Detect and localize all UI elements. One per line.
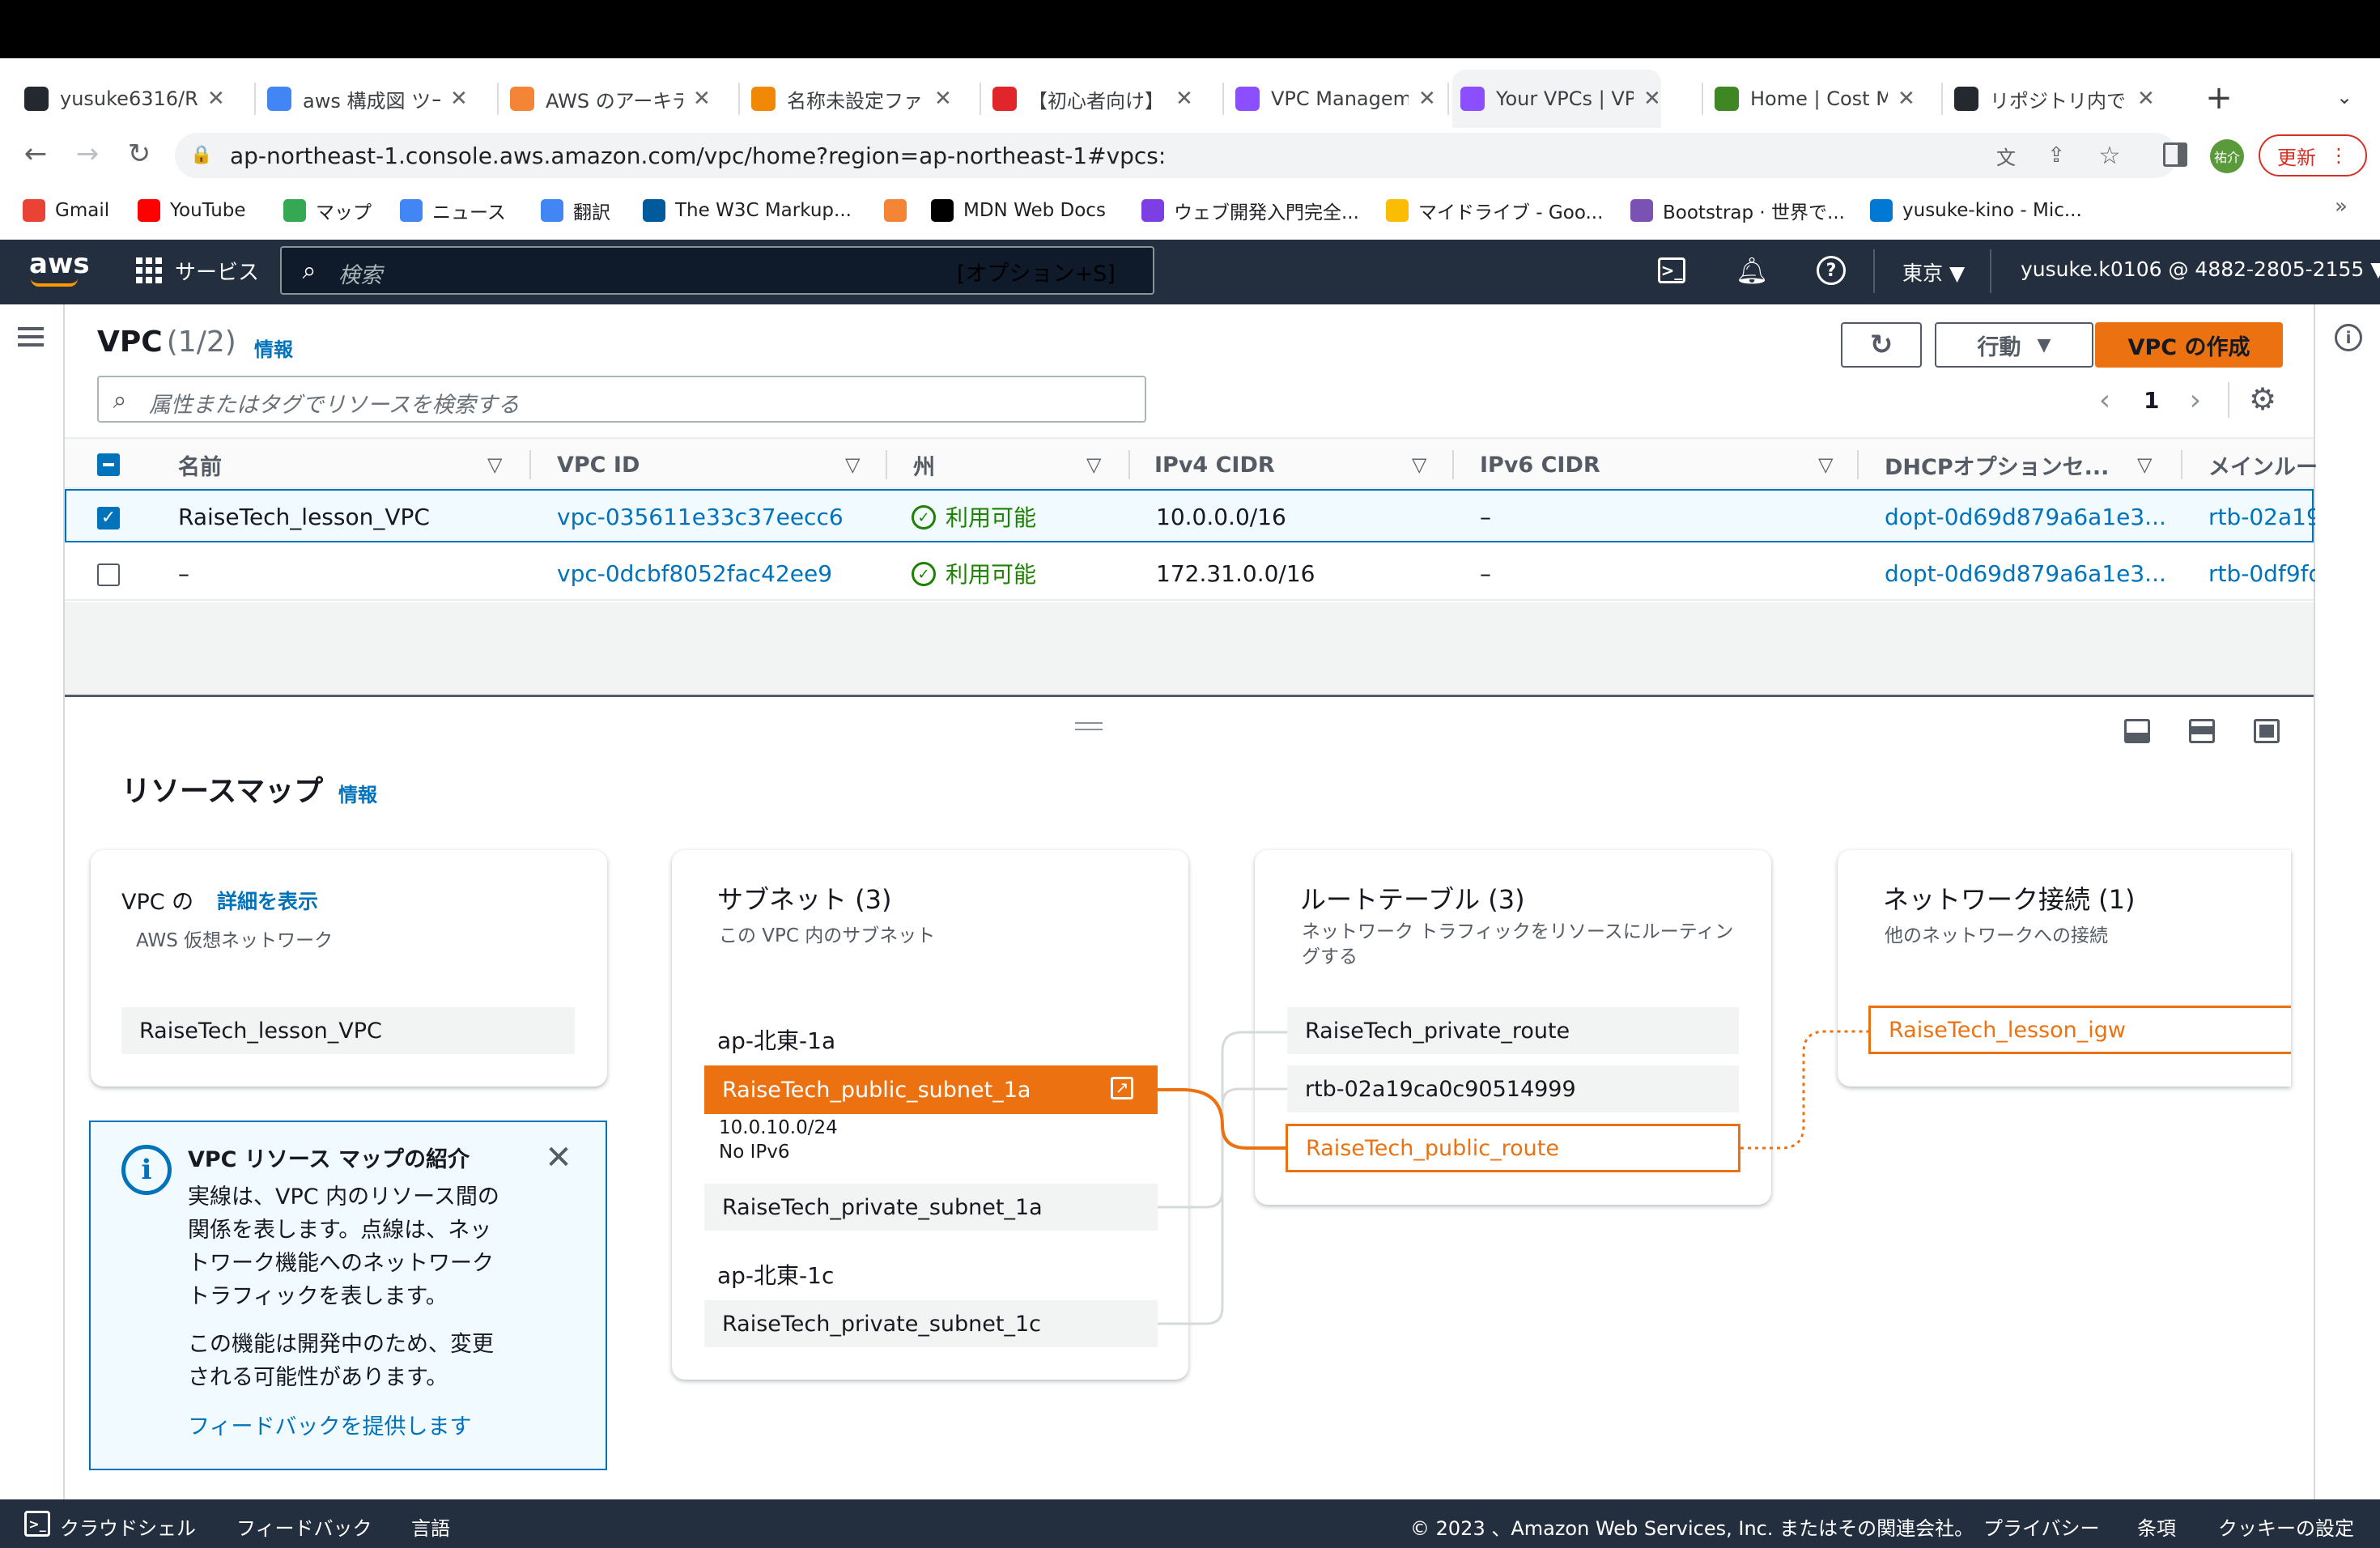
footer-privacy[interactable]: プライバシー bbox=[1983, 1512, 2100, 1541]
footer-language[interactable]: 言語 bbox=[411, 1512, 450, 1541]
footer-cookies[interactable]: クッキーの設定 bbox=[2218, 1512, 2354, 1541]
footer-terms[interactable]: 条項 bbox=[2137, 1512, 2176, 1541]
footer-cloudshell[interactable]: クラウドシェル bbox=[60, 1512, 196, 1541]
footer-copyright: © 2023 、Amazon Web Services, Inc. またはその関… bbox=[1410, 1517, 1974, 1540]
resource-connectors bbox=[1158, 1030, 1868, 1325]
cloudshell-footer-icon[interactable]: >_ bbox=[24, 1511, 50, 1537]
connector-public-route-igw bbox=[1740, 1030, 1868, 1150]
footer-feedback[interactable]: フィードバック bbox=[236, 1512, 372, 1541]
